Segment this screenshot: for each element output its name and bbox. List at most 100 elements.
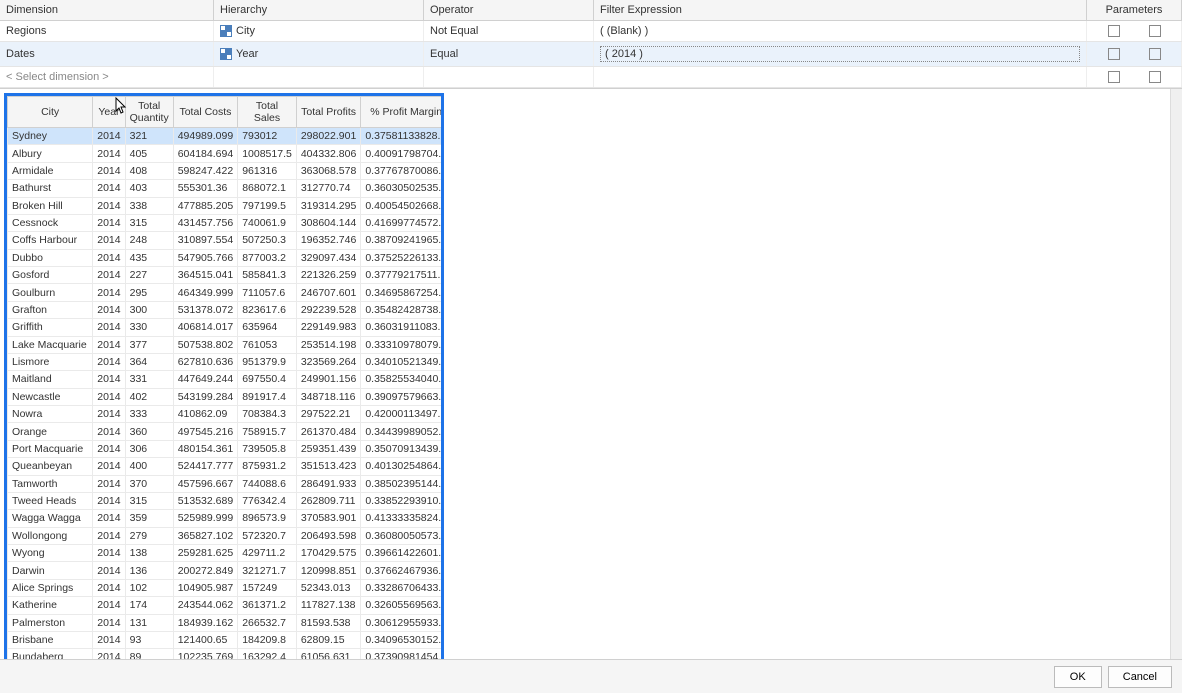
header-parameters: Parameters (1087, 0, 1182, 20)
filter-hierarchy[interactable]: City (214, 21, 424, 41)
cell-year: 2014 (93, 527, 125, 544)
cell-qty: 227 (125, 267, 173, 284)
cell-sales: 961316 (238, 162, 297, 179)
table-row[interactable]: Wollongong2014279365827.102572320.720649… (8, 527, 445, 544)
cell-sales: 585841.3 (238, 267, 297, 284)
cell-sales: 875931.2 (238, 458, 297, 475)
table-row[interactable]: Goulburn2014295464349.999711057.6246707.… (8, 284, 445, 301)
cell-year: 2014 (93, 440, 125, 457)
filter-expression[interactable]: ( 2014 ) (594, 42, 1087, 66)
table-row[interactable]: Wyong2014138259281.625429711.2170429.575… (8, 545, 445, 562)
table-row[interactable]: Brisbane201493121400.65184209.862809.150… (8, 631, 445, 648)
cell-sales: 951379.9 (238, 353, 297, 370)
cell-year: 2014 (93, 301, 125, 318)
table-row[interactable]: Lake Macquarie2014377507538.802761053253… (8, 336, 445, 353)
table-row[interactable]: Dubbo2014435547905.766877003.2329097.434… (8, 249, 445, 266)
cell-costs: 243544.062 (173, 597, 237, 614)
table-row[interactable]: Armidale2014408598247.422961316363068.57… (8, 162, 445, 179)
table-row[interactable]: Cessnock2014315431457.756740061.9308604.… (8, 214, 445, 231)
table-row[interactable]: Orange2014360497545.216758915.7261370.48… (8, 423, 445, 440)
filter-row[interactable]: DatesYearEqual( 2014 ) (0, 42, 1182, 67)
table-row[interactable]: Tamworth2014370457596.667744088.6286491.… (8, 475, 445, 492)
filter-hierarchy[interactable]: Year (214, 42, 424, 66)
col-margin[interactable]: % Profit Margin (361, 97, 444, 128)
col-costs[interactable]: Total Costs (173, 97, 237, 128)
cell-qty: 279 (125, 527, 173, 544)
col-sales[interactable]: Total Sales (238, 97, 297, 128)
filter-operator[interactable]: Equal (424, 42, 594, 66)
cell-margin: 0.35482428738... (361, 301, 444, 318)
col-year[interactable]: Year (93, 97, 125, 128)
cell-city: Cessnock (8, 214, 93, 231)
col-city[interactable]: City (8, 97, 93, 128)
cell-year: 2014 (93, 631, 125, 648)
table-row[interactable]: Lismore2014364627810.636951379.9323569.2… (8, 353, 445, 370)
cell-margin: 0.36030502535... (361, 180, 444, 197)
filter-expression[interactable]: ( (Blank) ) (594, 21, 1087, 41)
table-row[interactable]: Tweed Heads2014315513532.689776342.42628… (8, 492, 445, 509)
cell-qty: 333 (125, 406, 173, 423)
cell-year: 2014 (93, 406, 125, 423)
cell-costs: 480154.361 (173, 440, 237, 457)
filter-dimension[interactable]: Regions (0, 21, 214, 41)
table-row[interactable]: Maitland2014331447649.244697550.4249901.… (8, 371, 445, 388)
cell-qty: 131 (125, 614, 173, 631)
table-row[interactable]: Darwin2014136200272.849321271.7120998.85… (8, 562, 445, 579)
cell-margin: 0.39097579663... (361, 388, 444, 405)
cell-city: Griffith (8, 319, 93, 336)
cell-qty: 377 (125, 336, 173, 353)
scrollbar[interactable] (1170, 89, 1182, 687)
cell-sales: 361371.2 (238, 597, 297, 614)
param-checkbox[interactable] (1149, 48, 1161, 60)
table-row[interactable]: Gosford2014227364515.041585841.3221326.2… (8, 267, 445, 284)
table-row[interactable]: Bathurst2014403555301.36868072.1312770.7… (8, 180, 445, 197)
cell-margin: 0.38709241965... (361, 232, 444, 249)
filter-operator[interactable]: Not Equal (424, 21, 594, 41)
ok-button[interactable]: OK (1054, 666, 1102, 688)
cell-qty: 300 (125, 301, 173, 318)
cancel-button[interactable]: Cancel (1108, 666, 1172, 688)
table-row[interactable]: Port Macquarie2014306480154.361739505.82… (8, 440, 445, 457)
cell-sales: 740061.9 (238, 214, 297, 231)
table-row[interactable]: Albury2014405604184.6941008517.5404332.8… (8, 145, 445, 162)
param-checkbox[interactable] (1108, 48, 1120, 60)
table-row[interactable]: Alice Springs2014102104905.9871572495234… (8, 579, 445, 596)
table-row[interactable]: Sydney2014321494989.099793012298022.9010… (8, 128, 445, 145)
cell-city: Nowra (8, 406, 93, 423)
cell-sales: 797199.5 (238, 197, 297, 214)
param-checkbox[interactable] (1108, 25, 1120, 37)
param-checkbox[interactable] (1149, 25, 1161, 37)
cell-profits: 298022.901 (296, 128, 360, 145)
table-row[interactable]: Coffs Harbour2014248310897.554507250.319… (8, 232, 445, 249)
select-dimension-label[interactable]: < Select dimension > (0, 67, 214, 87)
table-row[interactable]: Newcastle2014402543199.284891917.4348718… (8, 388, 445, 405)
cell-year: 2014 (93, 492, 125, 509)
param-checkbox[interactable] (1108, 71, 1120, 83)
select-dimension-row[interactable]: < Select dimension > (0, 67, 1182, 88)
col-qty[interactable]: Total Quantity (125, 97, 173, 128)
table-row[interactable]: Queanbeyan2014400524417.777875931.235151… (8, 458, 445, 475)
table-row[interactable]: Nowra2014333410862.09708384.3297522.210.… (8, 406, 445, 423)
cell-profits: 81593.538 (296, 614, 360, 631)
table-row[interactable]: Palmerston2014131184939.162266532.781593… (8, 614, 445, 631)
cell-margin: 0.37779217511... (361, 267, 444, 284)
cell-city: Broken Hill (8, 197, 93, 214)
cell-profits: 404332.806 (296, 145, 360, 162)
table-row[interactable]: Katherine2014174243544.062361371.2117827… (8, 597, 445, 614)
cell-profits: 206493.598 (296, 527, 360, 544)
cell-profits: 292239.528 (296, 301, 360, 318)
cell-costs: 447649.244 (173, 371, 237, 388)
col-profits[interactable]: Total Profits (296, 97, 360, 128)
table-row[interactable]: Broken Hill2014338477885.205797199.53193… (8, 197, 445, 214)
cell-costs: 547905.766 (173, 249, 237, 266)
cell-city: Katherine (8, 597, 93, 614)
table-row[interactable]: Griffith2014330406814.017635964229149.98… (8, 319, 445, 336)
table-row[interactable]: Wagga Wagga2014359525989.999896573.93705… (8, 510, 445, 527)
filter-dimension[interactable]: Dates (0, 42, 214, 66)
param-checkbox[interactable] (1149, 71, 1161, 83)
filter-row[interactable]: RegionsCityNot Equal( (Blank) ) (0, 21, 1182, 42)
cell-year: 2014 (93, 214, 125, 231)
cell-year: 2014 (93, 128, 125, 145)
table-row[interactable]: Grafton2014300531378.072823617.6292239.5… (8, 301, 445, 318)
cell-costs: 410862.09 (173, 406, 237, 423)
